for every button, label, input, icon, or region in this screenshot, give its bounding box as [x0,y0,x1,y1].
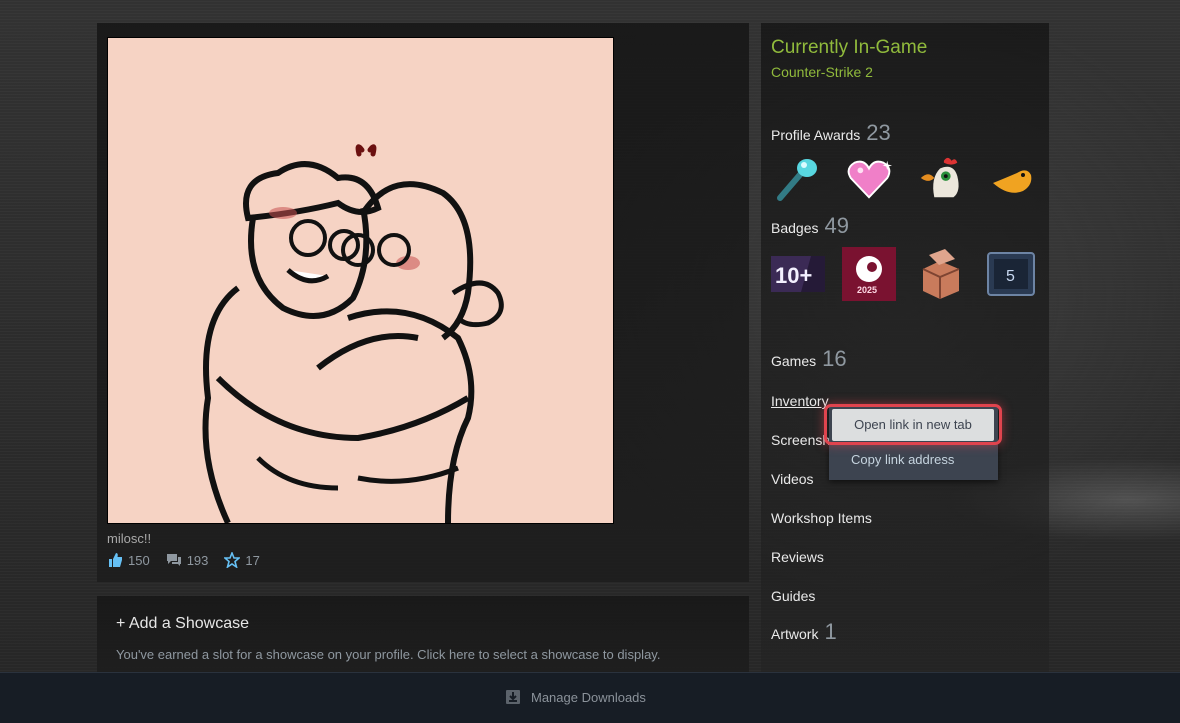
comment-icon [166,554,181,566]
profile-awards-label[interactable]: Profile Awards [771,127,860,143]
awards-count: 17 [245,552,260,568]
workshop-items-link[interactable]: Workshop Items [771,510,872,526]
profile-awards-count[interactable]: 23 [866,120,890,146]
manage-downloads-button[interactable]: Manage Downloads [505,689,646,705]
games-header[interactable]: Games 16 [771,346,847,372]
rating-count: 150 [128,552,150,568]
dino-award-icon[interactable] [989,155,1037,203]
reviews-link[interactable]: Reviews [771,549,824,565]
badges-count[interactable]: 49 [824,213,848,239]
steam-2025-badge-icon[interactable]: 2025 [842,247,896,301]
screenshots-link[interactable]: Screensh [771,432,830,448]
thumbs-up-icon [109,553,122,567]
badges-list: 10+ 2025 5 [771,247,1055,301]
ingame-game-name[interactable]: Counter-Strike 2 [771,64,873,80]
sparkle-heart-award-icon[interactable] [845,155,893,203]
manage-downloads-label: Manage Downloads [531,689,646,705]
bottom-bar: Manage Downloads [0,672,1180,723]
years-of-service-badge-icon[interactable]: 10+ [771,247,825,301]
profile-right-column: Currently In-Game Counter-Strike 2 Profi… [761,23,1049,683]
artwork-showcase-panel: milosc!! 150 193 17 [97,23,749,582]
badges-label[interactable]: Badges [771,220,818,236]
ingame-status-title: Currently In-Game [771,37,928,58]
guides-link[interactable]: Guides [771,588,815,604]
comments-stat[interactable]: 193 [166,552,209,568]
badges-header[interactable]: Badges 49 [771,213,849,239]
comet-award-icon[interactable] [773,155,821,203]
artwork-stats: 150 193 17 [107,552,276,568]
chicken-award-icon[interactable] [917,155,965,203]
inventory-link[interactable]: Inventory [771,393,829,409]
videos-link[interactable]: Videos [771,471,814,487]
add-showcase-title[interactable]: + Add a Showcase [116,615,249,633]
download-icon [506,690,520,704]
comments-count: 193 [186,552,209,568]
artwork-image[interactable] [107,37,614,524]
artwork-count[interactable]: 1 [824,619,836,645]
highlight-outline [824,404,1002,445]
award-star-icon [224,552,241,568]
copy-link-address-item[interactable]: Copy link address [851,452,954,467]
profile-awards-list [773,155,1061,203]
artwork-caption[interactable]: milosc!! [107,531,151,546]
add-showcase-description: You've earned a slot for a showcase on y… [116,647,661,662]
artwork-header[interactable]: Artwork 1 [771,619,837,645]
artwork-label[interactable]: Artwork [771,626,818,642]
svg-text:2025: 2025 [857,285,877,295]
svg-text:10+: 10+ [775,263,812,288]
crate-badge-icon[interactable] [913,247,967,301]
games-label[interactable]: Games [771,353,816,369]
awards-stat[interactable]: 17 [224,552,260,568]
rating-stat[interactable]: 150 [107,552,150,568]
svg-text:5: 5 [1006,268,1015,285]
hugging-couple-illustration [202,144,504,523]
games-count[interactable]: 16 [822,346,846,372]
profile-awards-header[interactable]: Profile Awards 23 [771,120,891,146]
level-badge-icon[interactable]: 5 [984,247,1038,301]
